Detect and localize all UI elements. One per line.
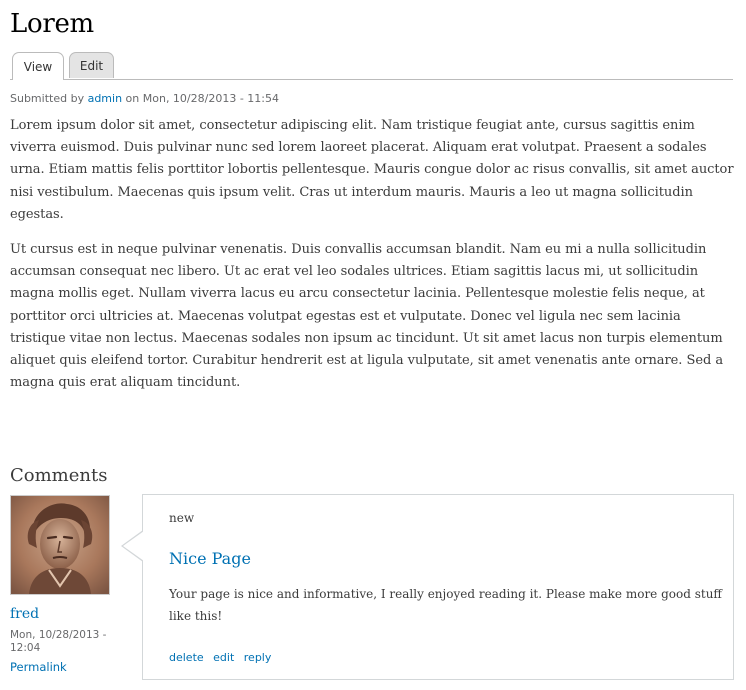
comment-date: Mon, 10/28/2013 - 12:04	[10, 629, 107, 654]
avatar	[10, 495, 110, 595]
comment-links: delete edit reply	[169, 651, 277, 664]
submitted-date: on Mon, 10/28/2013 - 11:54	[125, 92, 279, 105]
tab-edit[interactable]: Edit	[69, 52, 114, 78]
reply-link[interactable]: reply	[244, 651, 272, 664]
body-paragraph: Ut cursus est in neque pulvinar venenati…	[10, 242, 724, 391]
comment-title: Nice Page	[169, 549, 251, 568]
user-portrait-avatar-icon	[11, 496, 109, 594]
tab-view[interactable]: View	[12, 52, 64, 80]
comment-text: Your page is nice and informative, I rea…	[169, 587, 722, 623]
page-title: Lorem	[10, 9, 94, 39]
submitted-info: Submitted by admin on Mon, 10/28/2013 - …	[10, 92, 279, 105]
comment-box: new Nice Page Your page is nice and info…	[142, 494, 734, 680]
new-marker: new	[169, 511, 195, 525]
comment-author-link[interactable]: fred	[10, 606, 39, 622]
comment-pointer-inner	[123, 531, 144, 561]
delete-link[interactable]: delete	[169, 651, 204, 664]
comment-permalink[interactable]: Permalink	[10, 660, 67, 674]
edit-link[interactable]: edit	[213, 651, 234, 664]
primary-tabs: View Edit	[10, 52, 733, 80]
node-body: Lorem ipsum dolor sit amet, consectetur …	[10, 115, 734, 407]
comments-heading: Comments	[10, 465, 108, 486]
submitted-prefix: Submitted by	[10, 92, 85, 105]
comment-title-link[interactable]: Nice Page	[169, 549, 251, 568]
author-link[interactable]: admin	[88, 92, 122, 105]
body-paragraph: Lorem ipsum dolor sit amet, consectetur …	[10, 118, 734, 222]
